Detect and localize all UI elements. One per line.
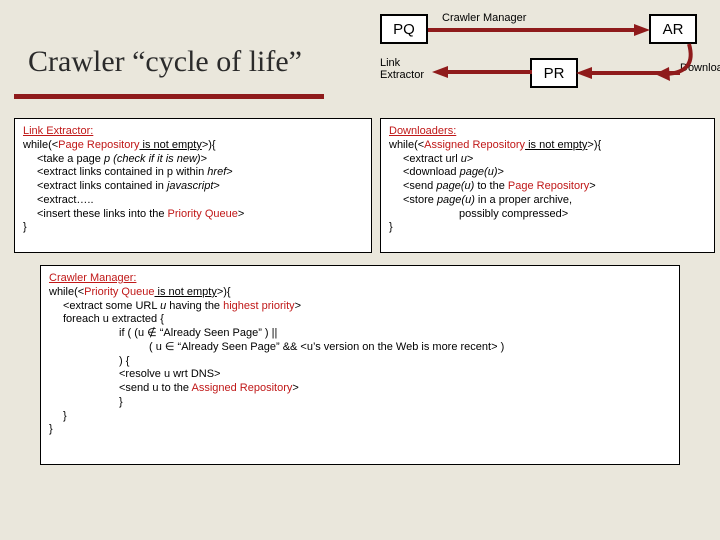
le-l1a: while(<	[23, 139, 58, 151]
le-l1c: is not empty	[139, 139, 201, 151]
dl-l3b: page(u)	[460, 166, 498, 178]
le-l6b: Priority Queue	[168, 208, 238, 220]
box-downloaders: Downloaders: while(<Assigned Repository …	[380, 118, 715, 253]
dl-l4e: >	[589, 180, 595, 192]
cm-l7: <resolve u wrt DNS>	[49, 368, 671, 382]
le-l1b: Page Repository	[58, 139, 139, 151]
le-l2b: p (check if it is new)	[104, 153, 201, 165]
title-underline	[14, 94, 324, 99]
dl-l4b: page(u)	[436, 180, 474, 192]
cm-l3: foreach u extracted {	[49, 313, 671, 327]
cm-l1a: while(<	[49, 286, 84, 298]
label-link-extractor: Link Extractor	[380, 58, 430, 81]
cm-l8b: Assigned Repository	[191, 382, 292, 394]
dl-close: }	[389, 221, 393, 233]
arrow-pr-to-le	[432, 62, 532, 82]
dl-l2c: >	[467, 153, 473, 165]
dl-l3c: >	[498, 166, 504, 178]
cm-l2a: <extract some URL	[63, 300, 160, 312]
le-l4b: javascript	[167, 180, 213, 192]
cm-l9: }	[49, 396, 671, 410]
cm-l1d: >){	[217, 286, 231, 298]
cm-l4: if ( (u ∉ “Already Seen Page” ) ||	[49, 327, 671, 341]
le-l3c: >	[226, 166, 232, 178]
le-l3b: href	[207, 166, 226, 178]
cm-l1c: is not empty	[154, 286, 216, 298]
le-l5: <extract…..	[23, 194, 363, 208]
cm-l2e: >	[295, 300, 301, 312]
le-l4a: <extract links contained in	[37, 180, 167, 192]
dl-l4c: to the	[474, 180, 508, 192]
cm-l10: }	[49, 410, 671, 424]
cm-l6: ) {	[49, 355, 671, 369]
le-close: }	[23, 221, 27, 233]
le-l2c: >	[201, 153, 207, 165]
le-heading: Link Extractor:	[23, 125, 93, 137]
label-link-part1: Link	[380, 57, 400, 69]
dl-l4d: Page Repository	[508, 180, 589, 192]
page-title: Crawler “cycle of life”	[28, 45, 302, 79]
label-downloaders: Downloaders	[680, 62, 720, 74]
le-l6c: >	[238, 208, 244, 220]
cm-l5: ( u ∈ “Already Seen Page” && <u’s versio…	[49, 341, 671, 355]
label-link-part2: Extractor	[380, 69, 424, 81]
label-crawler-manager: Crawler Manager	[442, 12, 526, 24]
dl-l1a: while(<	[389, 139, 424, 151]
box-link-extractor: Link Extractor: while(<Page Repository i…	[14, 118, 372, 253]
dl-heading: Downloaders:	[389, 125, 456, 137]
cm-heading: Crawler Manager:	[49, 272, 136, 284]
dl-l1c: is not empty	[525, 139, 587, 151]
dl-l4a: <send	[403, 180, 436, 192]
cm-close: }	[49, 423, 53, 435]
arrow-pq-to-ar	[428, 22, 650, 38]
le-l6a: <insert these links into the	[37, 208, 168, 220]
dl-l5c: in a proper archive,	[475, 194, 572, 206]
le-l4c: >	[213, 180, 219, 192]
dl-l5b: page(u)	[437, 194, 475, 206]
node-pq: PQ	[380, 14, 428, 44]
cm-l1b: Priority Queue	[84, 286, 154, 298]
dl-l6: possibly compressed>	[389, 208, 706, 222]
box-crawler-manager: Crawler Manager: while(<Priority Queue i…	[40, 265, 680, 465]
node-ar: AR	[649, 14, 697, 44]
arrow-downloaders-to-pr	[576, 62, 680, 84]
le-l2a: <take a page	[37, 153, 104, 165]
dl-l1b: Assigned Repository	[424, 139, 525, 151]
node-pr: PR	[530, 58, 578, 88]
le-l3a: <extract links contained in p within	[37, 166, 207, 178]
dl-l1d: >){	[587, 139, 601, 151]
dl-l2a: <extract url	[403, 153, 461, 165]
dl-l5a: <store	[403, 194, 437, 206]
le-l1d: >){	[202, 139, 216, 151]
cm-l2c: having the	[166, 300, 223, 312]
cm-l2d: highest priority	[223, 300, 295, 312]
cm-l8a: <send u to the	[119, 382, 191, 394]
cm-l8c: >	[292, 382, 298, 394]
dl-l3a: <download	[403, 166, 460, 178]
